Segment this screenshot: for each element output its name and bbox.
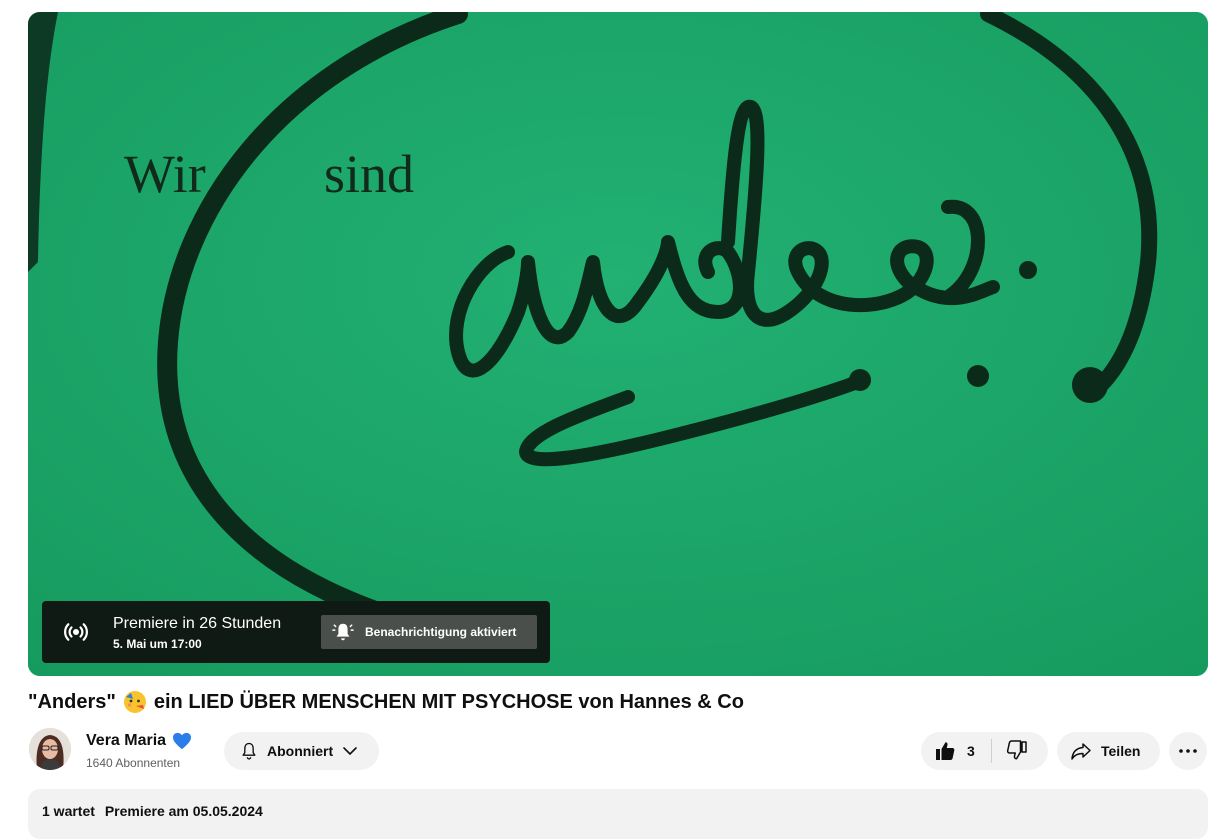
thumbnail-text-sind: sind — [324, 144, 414, 204]
subscribed-label: Abonniert — [267, 743, 334, 759]
notification-label: Benachrichtigung aktiviert — [365, 625, 517, 639]
chevron-down-icon — [343, 747, 357, 756]
video-title: "Anders" ein LIED ÜBER MENSCHEN MIT PSYC… — [28, 690, 744, 714]
share-arrow-icon — [1071, 743, 1091, 760]
like-button[interactable]: 3 — [921, 732, 975, 770]
more-actions-button[interactable] — [1169, 732, 1207, 770]
thumbs-up-icon — [936, 742, 955, 760]
face-with-party-horn-emoji — [123, 691, 146, 713]
like-dislike-group: 3 — [921, 732, 1048, 770]
notification-button[interactable]: Benachrichtigung aktiviert — [321, 615, 537, 649]
avatar-image — [29, 728, 71, 770]
channel-name[interactable]: Vera Maria — [86, 732, 192, 750]
channel-avatar[interactable] — [29, 728, 71, 770]
waiting-count: 1 wartet — [42, 803, 95, 819]
like-count: 3 — [967, 743, 975, 759]
video-title-part1: "Anders" — [28, 690, 116, 713]
channel-name-text[interactable]: Vera Maria — [86, 732, 166, 750]
premiere-countdown: Premiere in 26 Stunden — [113, 614, 282, 632]
bell-ringing-icon — [332, 623, 354, 641]
premiere-info: Premiere am 05.05.2024 — [104, 803, 263, 819]
more-horizontal-icon — [1179, 749, 1197, 753]
premiere-banner: Premiere in 26 Stunden 5. Mai um 17:00 B… — [42, 601, 550, 663]
subscribed-button[interactable]: Abonniert — [224, 732, 379, 770]
description-box[interactable]: 1 wartet Premiere am 05.05.2024 — [28, 789, 1208, 839]
premiere-date: 5. Mai um 17:00 — [113, 636, 202, 651]
thumbs-down-icon — [1006, 740, 1027, 760]
thumbnail-text-wir: Wir — [124, 144, 206, 204]
share-label: Teilen — [1101, 743, 1141, 759]
video-thumbnail: Wir sind — [28, 12, 1208, 676]
video-player[interactable]: Wir sind Premiere in 26 Stunden 5. Mai u… — [28, 12, 1208, 676]
video-title-part2: ein LIED ÜBER MENSCHEN MIT PSYCHOSE von … — [153, 690, 744, 713]
live-broadcast-icon — [64, 623, 88, 641]
share-button[interactable]: Teilen — [1057, 732, 1160, 770]
subscriber-count: 1640 Abonnenten — [86, 756, 181, 770]
blue-heart-icon — [173, 732, 192, 750]
dislike-button[interactable] — [992, 732, 1029, 770]
bell-icon — [242, 742, 256, 760]
